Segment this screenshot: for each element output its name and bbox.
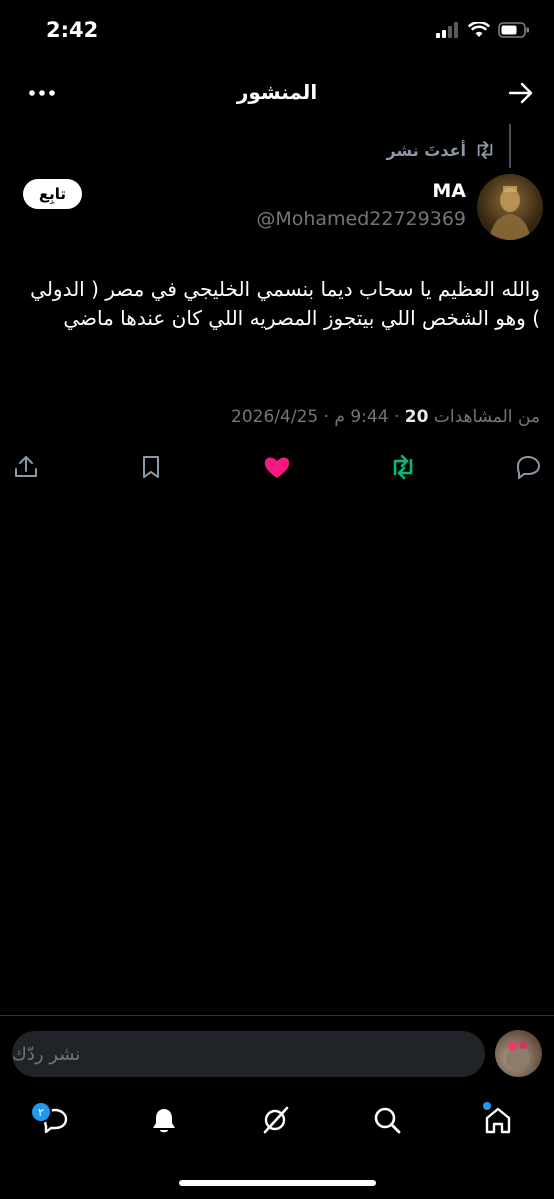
post-time: 9:44 م [334,407,389,427]
signal-icon [436,22,458,38]
heart-icon [264,457,290,478]
status-time: 2:42 [46,18,99,42]
like-button[interactable] [262,452,292,482]
follow-button[interactable]: تابِع [23,179,82,209]
user-avatar-image [506,1041,530,1070]
bell-icon [153,1109,175,1133]
author-name[interactable]: MA [432,180,466,202]
share-button[interactable] [11,452,41,482]
more-button[interactable] [28,80,56,110]
grok-icon [263,1106,289,1134]
bookmark-button[interactable] [136,452,166,482]
meta-separator: · [323,407,330,427]
back-arrow-icon [508,82,533,104]
nav-notifications[interactable] [146,1102,182,1138]
thread-line [509,124,511,168]
status-icons [436,22,530,38]
divider [0,1015,554,1016]
reply-input[interactable]: نشر ردّك [12,1031,485,1077]
post-date: 2026/4/25 [231,407,319,427]
views-count[interactable]: 20 [405,407,429,427]
views-label: من المشاهدات [433,407,540,427]
author-handle[interactable]: @Mohamed22729369 [256,208,466,230]
back-button[interactable] [508,80,534,110]
post-meta: من المشاهدات 20 · 9:44 م · 2026/4/25 [231,407,540,427]
messages-badge: ٢ [30,1101,52,1123]
post-text: والله العظيم يا سحاب ديما بنسمي الخليجي … [30,277,540,330]
bookmark-icon [143,456,159,478]
nav-grok[interactable] [258,1102,294,1138]
repost-button[interactable] [388,452,418,482]
repost-icon [477,140,493,160]
page-title: المنشور [236,80,318,104]
meta-separator: · [393,407,400,427]
wifi-icon [468,22,490,37]
author-avatar[interactable] [477,174,543,240]
user-avatar[interactable] [495,1030,542,1077]
home-indicator-dot [483,1102,491,1110]
nav-search[interactable] [369,1102,405,1138]
home-indicator-bar [179,1180,376,1186]
repost-indicator: أعدتَ نشر [386,140,496,160]
reply-button[interactable] [513,452,543,482]
more-icon [29,90,55,96]
battery-icon [498,22,529,38]
search-icon [374,1107,401,1134]
repost-icon [393,454,413,480]
share-icon [15,456,37,477]
reply-icon [517,456,540,479]
avatar-image [489,186,531,240]
repost-label: أعدتَ نشر [386,140,466,160]
